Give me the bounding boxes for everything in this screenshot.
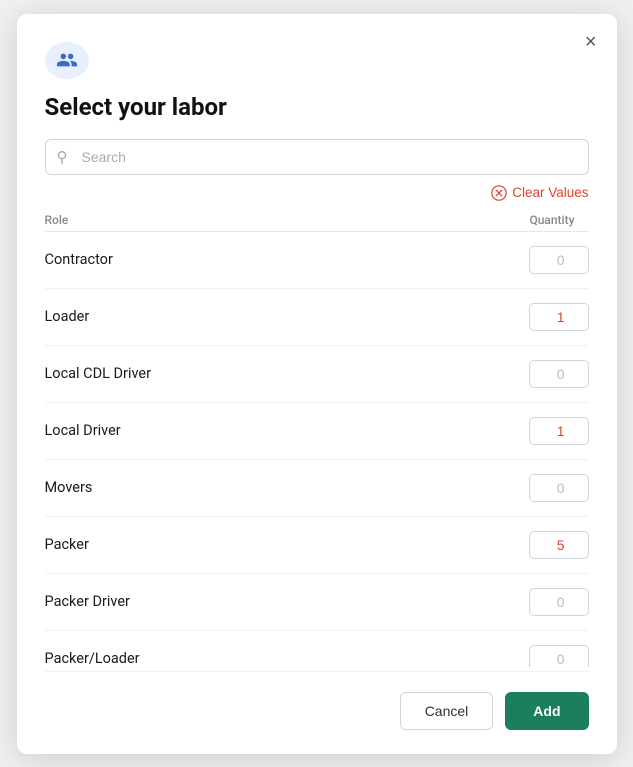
clear-values-row: Clear Values	[45, 185, 589, 201]
quantity-input[interactable]	[529, 588, 589, 616]
quantity-input[interactable]	[529, 531, 589, 559]
page-title: Select your labor	[45, 93, 589, 121]
close-button[interactable]: ×	[585, 32, 597, 52]
table-row: Packer/Loader	[45, 631, 589, 667]
labor-role-name: Local Driver	[45, 422, 121, 439]
quantity-input[interactable]	[529, 474, 589, 502]
quantity-input[interactable]	[529, 360, 589, 388]
labor-role-name: Local CDL Driver	[45, 365, 152, 382]
labor-icon	[45, 42, 89, 79]
search-wrapper: ⚲	[45, 139, 589, 175]
cancel-button[interactable]: Cancel	[400, 692, 494, 730]
table-row: Movers	[45, 460, 589, 517]
table-header: Role Quantity	[45, 209, 589, 232]
quantity-input[interactable]	[529, 645, 589, 667]
clear-values-label: Clear Values	[512, 185, 588, 200]
table-row: Packer	[45, 517, 589, 574]
modal-footer: Cancel Add	[45, 671, 589, 730]
labor-role-name: Movers	[45, 479, 93, 496]
modal-dialog: × Select your labor ⚲ Clear Values Role	[17, 14, 617, 754]
labor-role-name: Packer/Loader	[45, 650, 140, 666]
search-icon: ⚲	[57, 148, 68, 166]
quantity-input[interactable]	[529, 303, 589, 331]
clear-values-button[interactable]: Clear Values	[491, 185, 588, 201]
col-role-header: Role	[45, 213, 69, 227]
labor-role-name: Packer	[45, 536, 89, 553]
col-qty-header: Quantity	[529, 213, 580, 227]
labor-role-name: Contractor	[45, 251, 113, 268]
search-input[interactable]	[45, 139, 589, 175]
table-row: Local CDL Driver	[45, 346, 589, 403]
table-row: Packer Driver	[45, 574, 589, 631]
labor-svg-icon	[56, 49, 78, 71]
table-row: Contractor	[45, 232, 589, 289]
table-row: Loader	[45, 289, 589, 346]
labor-role-name: Packer Driver	[45, 593, 130, 610]
labor-list: Contractor Loader Local CDL Driver Local Dr…	[45, 232, 589, 667]
quantity-input[interactable]	[529, 417, 589, 445]
clear-icon	[491, 185, 507, 201]
add-button[interactable]: Add	[505, 692, 588, 730]
modal-overlay: × Select your labor ⚲ Clear Values Role	[0, 0, 633, 767]
labor-role-name: Loader	[45, 308, 90, 325]
quantity-input[interactable]	[529, 246, 589, 274]
table-row: Local Driver	[45, 403, 589, 460]
